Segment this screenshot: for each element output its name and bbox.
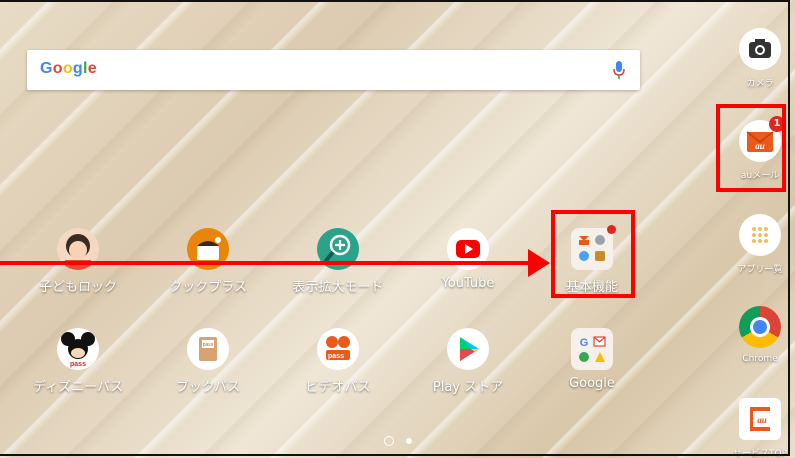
screen-border — [0, 0, 790, 456]
home-screen: Google 子どもロック クックプラス 表示拡大モード YouTube 基本機… — [0, 0, 795, 458]
